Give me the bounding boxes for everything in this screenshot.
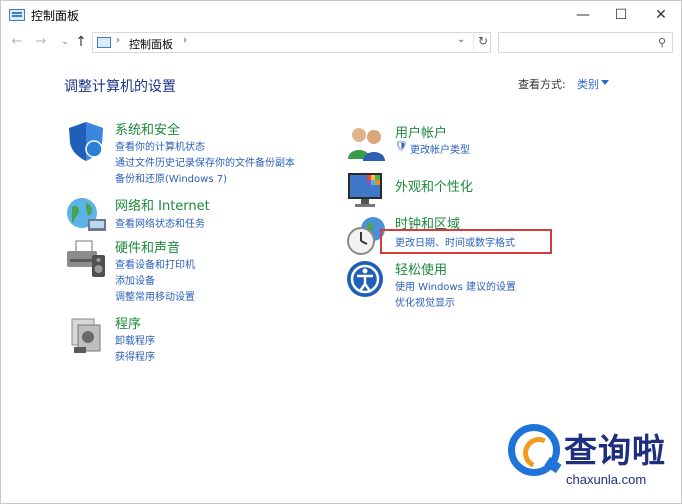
printer-icon[interactable] [64, 237, 108, 281]
category-link[interactable]: 添加设备 [115, 272, 155, 287]
navigation-bar: ← → ⌄ ↑ › 控制面板 › ⌄ ↻ ⚲ [1, 29, 681, 55]
category-link[interactable]: 使用 Windows 建议的设置 [395, 278, 516, 293]
breadcrumb-separator[interactable]: › [116, 35, 120, 46]
category-network: 网络和 Internet 查看网络状态和任务 [64, 193, 324, 233]
watermark-url: chaxunla.com [566, 472, 647, 487]
category-link[interactable]: 获得程序 [115, 348, 155, 363]
page-title: 调整计算机的设置 [64, 79, 176, 95]
recent-locations-icon[interactable]: ⌄ [57, 33, 73, 51]
category-title[interactable]: 网络和 Internet [115, 195, 210, 214]
shield-icon[interactable] [64, 119, 108, 163]
category-link[interactable]: 通过文件历史记录保存你的文件备份副本 [115, 154, 295, 169]
uac-shield-icon: 🛡 [395, 141, 408, 152]
programs-icon[interactable] [64, 313, 108, 357]
ease-of-access-icon[interactable] [345, 259, 389, 303]
category-hardware-sound: 硬件和声音 查看设备和打印机 添加设备 调整常用移动设置 [64, 237, 324, 303]
maximize-button[interactable]: ☐ [603, 1, 639, 29]
category-link[interactable]: 调整常用移动设置 [115, 288, 195, 303]
category-title[interactable]: 硬件和声音 [115, 237, 180, 256]
category-title[interactable]: 程序 [115, 313, 141, 332]
category-title[interactable]: 外观和个性化 [395, 176, 473, 195]
watermark-logo: 查询啦 chaxunla.com [508, 364, 682, 504]
highlight-box [380, 229, 552, 254]
monitor-icon[interactable] [345, 167, 389, 211]
control-panel-icon [97, 37, 111, 48]
forward-button[interactable]: → [33, 33, 49, 51]
address-bar[interactable]: › 控制面板 › ⌄ ↻ [92, 32, 491, 53]
category-link[interactable]: 备份和还原(Windows 7) [115, 170, 227, 185]
category-title[interactable]: 系统和安全 [115, 119, 180, 138]
category-appearance: 外观和个性化 [345, 167, 545, 211]
view-by-dropdown[interactable]: 类别 [577, 76, 599, 92]
breadcrumb-control-panel[interactable]: 控制面板 [129, 36, 173, 52]
up-button[interactable]: ↑ [73, 33, 89, 51]
minimize-button[interactable]: — [565, 1, 601, 29]
control-panel-window: 控制面板 — ☐ ✕ ← → ⌄ ↑ › 控制面板 › ⌄ ↻ ⚲ 调整计算机的… [0, 0, 682, 504]
back-button[interactable]: ← [9, 33, 25, 51]
category-ease-of-access: 轻松使用 使用 Windows 建议的设置 优化视觉显示 [345, 259, 565, 309]
view-by-label: 查看方式: [518, 78, 566, 91]
refresh-icon[interactable]: ↻ [473, 34, 488, 51]
chevron-down-icon[interactable] [601, 80, 609, 85]
breadcrumb-separator[interactable]: › [183, 35, 187, 46]
category-link[interactable]: 查看你的计算机状态 [115, 138, 205, 153]
category-link[interactable]: 查看网络状态和任务 [115, 215, 205, 230]
category-programs: 程序 卸载程序 获得程序 [64, 313, 324, 363]
category-link[interactable]: 卸载程序 [115, 332, 155, 347]
search-icon[interactable]: ⚲ [658, 36, 666, 49]
category-link[interactable]: 更改帐户类型 [410, 141, 470, 156]
window-title: 控制面板 [31, 9, 80, 23]
users-icon[interactable] [345, 121, 389, 165]
control-panel-icon [9, 9, 25, 21]
category-system-security: 系统和安全 查看你的计算机状态 通过文件历史记录保存你的文件备份副本 备份和还原… [64, 119, 324, 189]
close-button[interactable]: ✕ [643, 1, 679, 29]
category-user-accounts: 用户帐户 🛡 更改帐户类型 [345, 121, 545, 161]
globe-icon[interactable] [64, 193, 108, 237]
chevron-down-icon[interactable]: ⌄ [457, 34, 465, 45]
title-bar: 控制面板 — ☐ ✕ [1, 1, 681, 29]
category-title[interactable]: 用户帐户 [395, 122, 447, 141]
category-link[interactable]: 优化视觉显示 [395, 294, 455, 309]
category-link[interactable]: 查看设备和打印机 [115, 256, 195, 271]
category-title[interactable]: 轻松使用 [395, 259, 447, 278]
search-input[interactable]: ⚲ [498, 32, 673, 53]
watermark-text: 查询啦 [564, 431, 666, 470]
